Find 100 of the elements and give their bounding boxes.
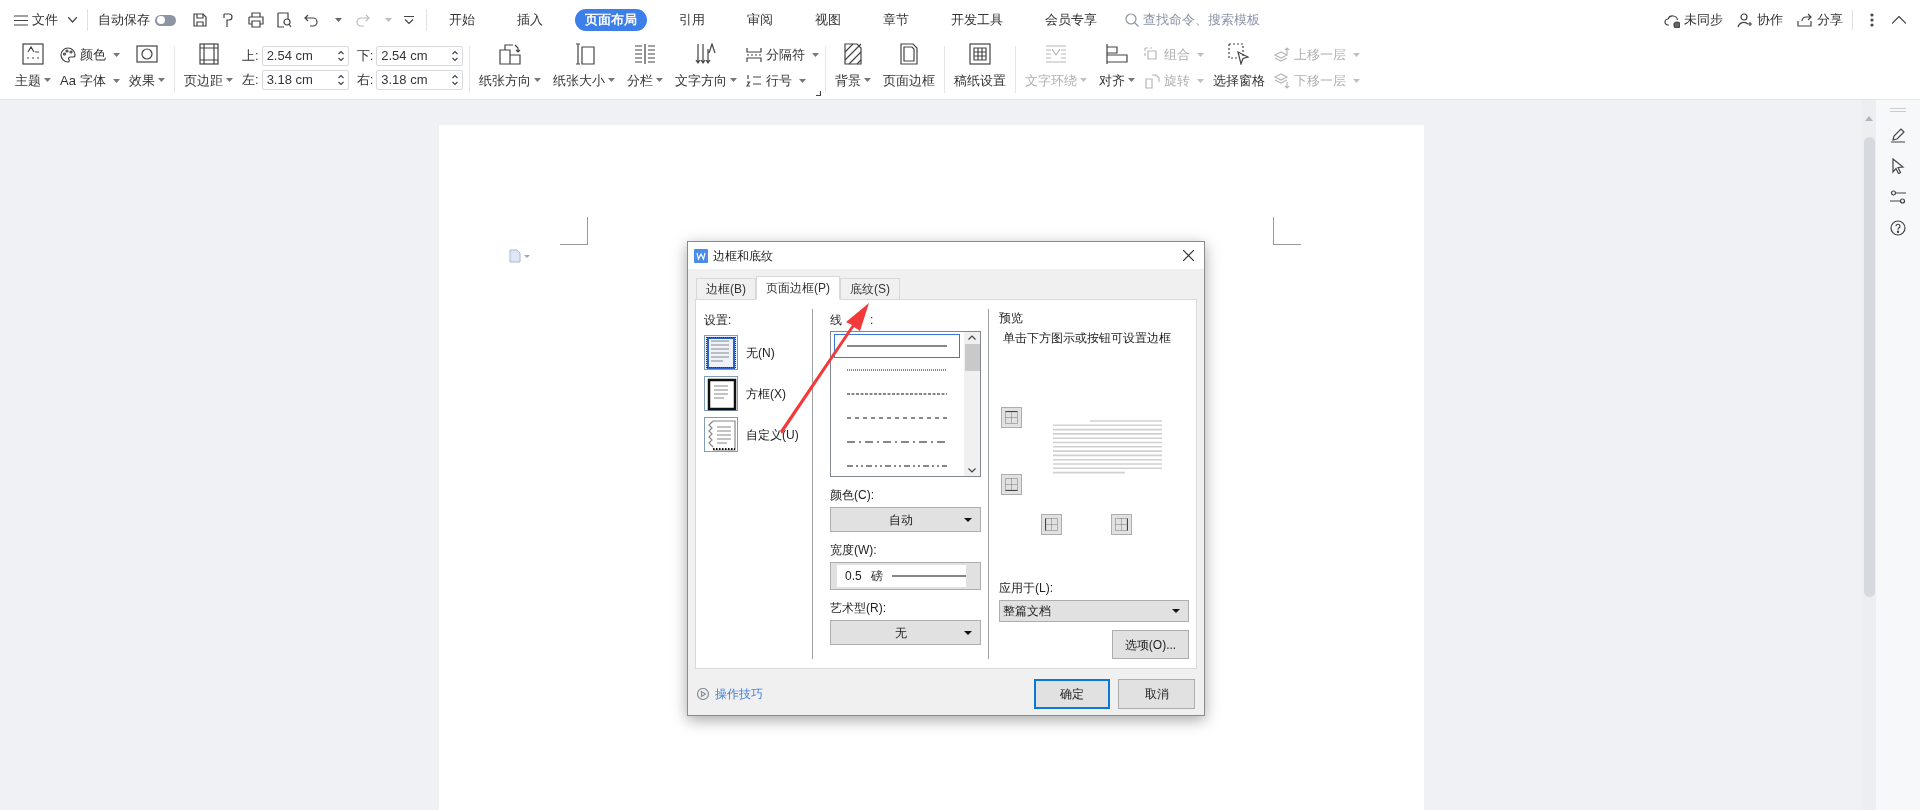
- selection-pane-icon[interactable]: [1228, 43, 1251, 65]
- menu-icon[interactable]: [14, 14, 28, 26]
- toolbar-action[interactable]: 分享: [1797, 10, 1843, 30]
- separator-icon[interactable]: [746, 46, 763, 63]
- spin-icon[interactable]: [337, 73, 344, 86]
- ribbon-button[interactable]: 页面边框: [880, 40, 939, 99]
- caret-icon[interactable]: [799, 78, 807, 83]
- ribbon-button[interactable]: 分栏: [624, 40, 667, 99]
- play-icon[interactable]: [697, 688, 709, 700]
- caret-icon[interactable]: [335, 18, 342, 22]
- print-preview-icon[interactable]: [276, 12, 292, 28]
- ribbon-tab[interactable]: 开始: [439, 9, 485, 31]
- ribbon-button[interactable]: 颜色: [60, 44, 120, 65]
- caret-icon[interactable]: [113, 52, 120, 57]
- pen-icon[interactable]: [1890, 127, 1906, 143]
- background-icon[interactable]: [842, 43, 865, 65]
- columns-icon[interactable]: [634, 43, 657, 65]
- ribbon-button[interactable]: 背景: [832, 40, 875, 99]
- ribbon-tab[interactable]: 插入: [507, 9, 553, 31]
- caret-icon[interactable]: [730, 78, 738, 83]
- user-add-icon[interactable]: [1737, 12, 1753, 28]
- spin-icon[interactable]: [452, 73, 459, 86]
- ribbon-button[interactable]: 选择窗格: [1210, 40, 1269, 99]
- undo-icon[interactable]: [304, 12, 320, 28]
- tips-link[interactable]: 操作技巧: [697, 685, 763, 703]
- ribbon-button[interactable]: 稿纸设置: [951, 40, 1010, 99]
- caret-icon[interactable]: [534, 78, 542, 83]
- art-dropdown[interactable]: 无: [830, 620, 981, 645]
- ribbon-button[interactable]: 纸张大小: [550, 40, 619, 99]
- ribbon-button[interactable]: 对齐: [1096, 40, 1139, 99]
- text-direction-icon[interactable]: [695, 43, 718, 65]
- orientation-icon[interactable]: [499, 43, 522, 65]
- setting-option[interactable]: 自定义(U): [704, 417, 812, 452]
- ribbon-button[interactable]: 纸张方向: [476, 40, 545, 99]
- ribbon-button[interactable]: 页边距: [181, 40, 236, 99]
- margin-field[interactable]: 3.18 cm: [376, 69, 464, 90]
- setting-option[interactable]: 方框(X): [704, 376, 812, 411]
- scrollbar[interactable]: [964, 332, 980, 476]
- dialog-tab[interactable]: 底纹(S): [840, 278, 900, 299]
- scrollbar-thumb[interactable]: [964, 344, 980, 371]
- line-style-item[interactable]: [834, 334, 960, 358]
- dropdown-arrow-icon[interactable]: [964, 517, 972, 522]
- ribbon-tab[interactable]: 引用: [669, 9, 715, 31]
- caret-icon[interactable]: [112, 78, 120, 83]
- caret-icon[interactable]: [656, 78, 664, 83]
- search-icon[interactable]: [1125, 13, 1139, 27]
- ribbon-button[interactable]: 效果: [126, 40, 168, 99]
- scrollbar-thumb[interactable]: [1863, 137, 1875, 597]
- ribbon-button[interactable]: 主题: [12, 40, 54, 99]
- scroll-up-icon[interactable]: [968, 335, 976, 340]
- ribbon-button[interactable]: Aa 字体: [60, 70, 120, 91]
- caret-icon[interactable]: [226, 78, 233, 83]
- caret-icon[interactable]: [158, 78, 165, 83]
- border-toggle-button[interactable]: [1041, 514, 1062, 535]
- dialog-tab[interactable]: 边框(B): [696, 278, 756, 299]
- ribbon-tab[interactable]: 视图: [805, 9, 851, 31]
- border-toggle-button[interactable]: [1001, 474, 1022, 495]
- ribbon-button[interactable]: 行号: [746, 70, 820, 91]
- spin-icon[interactable]: [337, 49, 344, 62]
- toolbar-action[interactable]: 未同步: [1664, 10, 1723, 30]
- autosave-toggle[interactable]: [155, 14, 176, 26]
- dropdown-arrow-icon[interactable]: [1172, 609, 1180, 613]
- caret-icon[interactable]: [864, 78, 872, 83]
- margin-field[interactable]: 2.54 cm: [376, 45, 464, 66]
- handle-icon[interactable]: [1890, 108, 1906, 112]
- caret-icon[interactable]: [812, 52, 820, 57]
- ribbon-tab[interactable]: 开发工具: [941, 9, 1013, 31]
- toolbar-action[interactable]: 协作: [1737, 10, 1783, 30]
- print-icon[interactable]: [248, 12, 264, 28]
- dropdown-arrow-icon[interactable]: [964, 630, 972, 635]
- options-button[interactable]: 选项(O)...: [1112, 630, 1189, 659]
- apply-to-dropdown[interactable]: 整篇文档: [999, 600, 1189, 622]
- file-menu[interactable]: 文件: [14, 6, 77, 34]
- customize-icon[interactable]: [404, 15, 414, 25]
- ribbon-tab[interactable]: 审阅: [737, 9, 783, 31]
- ribbon-tab[interactable]: 页面布局: [575, 9, 647, 31]
- margin-field[interactable]: 2.54 cm: [261, 45, 349, 66]
- search-field[interactable]: 查找命令、搜索模板: [1125, 8, 1265, 32]
- align-icon[interactable]: [1106, 43, 1129, 65]
- width-dropdown[interactable]: 0.5 磅: [830, 562, 981, 590]
- page-border-icon[interactable]: [898, 43, 921, 65]
- ribbon-button[interactable]: 文字方向: [672, 40, 741, 99]
- cursor-icon[interactable]: [1891, 158, 1905, 174]
- color-dropdown[interactable]: 自动: [830, 507, 981, 532]
- caret-icon[interactable]: [608, 78, 616, 83]
- caret-icon[interactable]: [44, 78, 51, 83]
- margin-field[interactable]: 3.18 cm: [261, 69, 349, 90]
- scrollbar[interactable]: [1862, 100, 1876, 810]
- border-toggle-button[interactable]: [1111, 514, 1132, 535]
- spin-icon[interactable]: [452, 49, 459, 62]
- setting-option[interactable]: 无(N): [704, 335, 812, 370]
- ribbon-tab[interactable]: 章节: [873, 9, 919, 31]
- ribbon-button[interactable]: 分隔符: [746, 44, 820, 65]
- page-size-icon[interactable]: [573, 43, 596, 65]
- ok-button[interactable]: 确定: [1034, 679, 1110, 709]
- grid-paper-icon[interactable]: [969, 43, 992, 65]
- line-numbers-icon[interactable]: [746, 72, 763, 89]
- cloud-icon[interactable]: [1664, 12, 1680, 28]
- dialog-launcher-icon[interactable]: [816, 91, 822, 96]
- scroll-down-icon[interactable]: [968, 468, 976, 473]
